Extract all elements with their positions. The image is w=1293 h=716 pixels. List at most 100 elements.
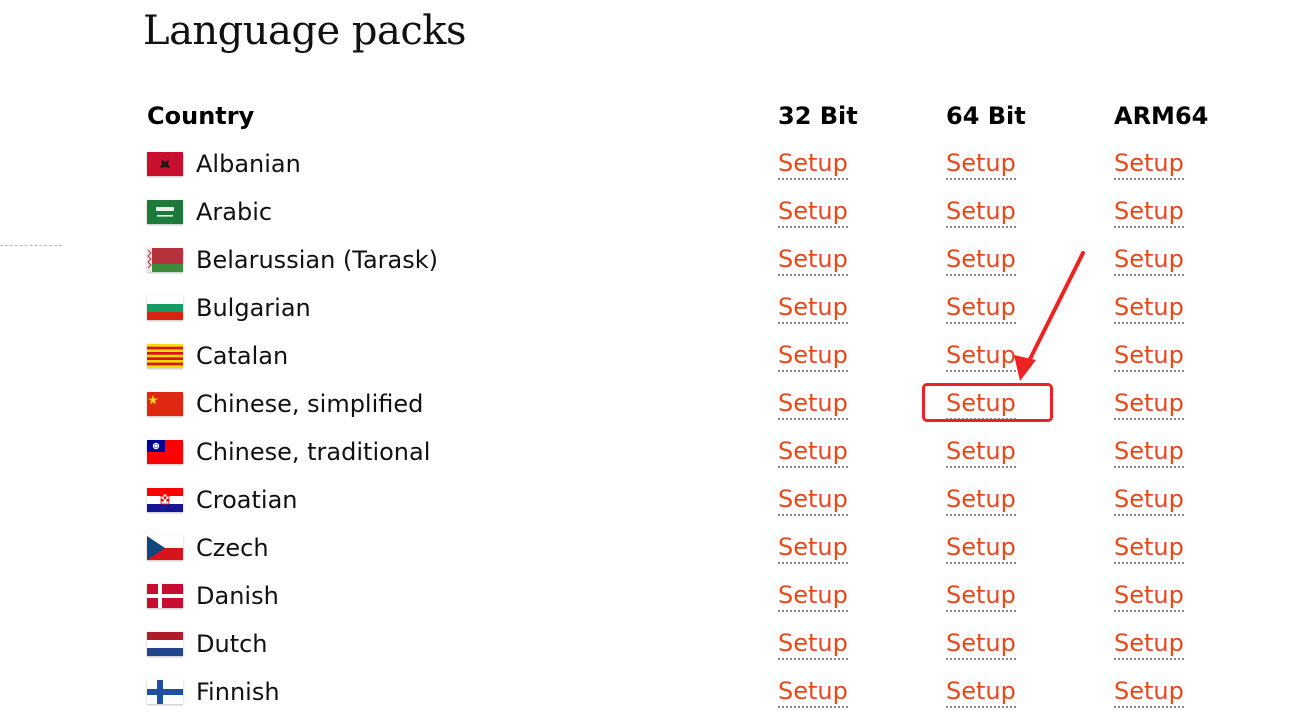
setup-link-64-bit-belarussian-tarask[interactable]: Setup (946, 245, 1016, 276)
table-row: Arabic Setup Setup Setup (141, 188, 1228, 236)
setup-link-32-bit-belarussian-tarask[interactable]: Setup (778, 245, 848, 276)
64-bit-cell: Setup (940, 524, 1108, 572)
dashed-divider (0, 245, 62, 246)
setup-link-64-bit-danish[interactable]: Setup (946, 581, 1016, 612)
setup-link-64-bit-finnish[interactable]: Setup (946, 677, 1016, 708)
country-dutch: Dutch (141, 630, 772, 658)
country-name: Dutch (196, 630, 268, 658)
setup-link-32-bit-catalan[interactable]: Setup (778, 341, 848, 372)
country-cell: Albanian (141, 140, 772, 188)
country-cell: Belarussian (Tarask) (141, 236, 772, 284)
country-name: Finnish (196, 678, 280, 706)
croatia-flag-icon (147, 488, 183, 512)
32-bit-cell: Setup (772, 428, 940, 476)
setup-link-arm64-czech[interactable]: Setup (1114, 533, 1184, 564)
arm64-cell: Setup (1108, 572, 1228, 620)
country-cell: Chinese, simplified (141, 380, 772, 428)
setup-link-64-bit-czech[interactable]: Setup (946, 533, 1016, 564)
setup-link-32-bit-chinese-simplified[interactable]: Setup (778, 389, 848, 420)
setup-link-arm64-danish[interactable]: Setup (1114, 581, 1184, 612)
country-cell: Bulgarian (141, 284, 772, 332)
setup-link-arm64-chinese-simplified[interactable]: Setup (1114, 389, 1184, 420)
64-bit-cell: Setup (940, 428, 1108, 476)
setup-link-64-bit-albanian[interactable]: Setup (946, 149, 1016, 180)
belarus-flag-icon (147, 248, 183, 272)
table-row: Catalan Setup Setup Setup (141, 332, 1228, 380)
setup-link-32-bit-finnish[interactable]: Setup (778, 677, 848, 708)
setup-link-arm64-catalan[interactable]: Setup (1114, 341, 1184, 372)
country-bulgarian: Bulgarian (141, 294, 772, 322)
country-name: Croatian (196, 486, 298, 514)
country-cell: Chinese, traditional (141, 428, 772, 476)
setup-link-64-bit-bulgarian[interactable]: Setup (946, 293, 1016, 324)
table-row: Czech Setup Setup Setup (141, 524, 1228, 572)
64-bit-cell: Setup (940, 140, 1108, 188)
country-name: Bulgarian (196, 294, 311, 322)
header-arm64: ARM64 (1114, 102, 1209, 130)
setup-link-32-bit-dutch[interactable]: Setup (778, 629, 848, 660)
setup-link-64-bit-chinese-traditional[interactable]: Setup (946, 437, 1016, 468)
bulgaria-flag-icon (147, 296, 183, 320)
setup-link-arm64-finnish[interactable]: Setup (1114, 677, 1184, 708)
64-bit-cell: Setup (940, 188, 1108, 236)
table-row: Albanian Setup Setup Setup (141, 140, 1228, 188)
arm64-cell: Setup (1108, 140, 1228, 188)
country-name: Catalan (196, 342, 289, 370)
header-64-bit: 64 Bit (946, 102, 1026, 130)
country-danish: Danish (141, 582, 772, 610)
setup-link-32-bit-danish[interactable]: Setup (778, 581, 848, 612)
setup-link-64-bit-arabic[interactable]: Setup (946, 197, 1016, 228)
country-catalan: Catalan (141, 342, 772, 370)
setup-link-arm64-chinese-traditional[interactable]: Setup (1114, 437, 1184, 468)
arm64-cell: Setup (1108, 380, 1228, 428)
table-row: Danish Setup Setup Setup (141, 572, 1228, 620)
setup-link-arm64-albanian[interactable]: Setup (1114, 149, 1184, 180)
table-row: Finnish Setup Setup Setup (141, 668, 1228, 716)
32-bit-cell: Setup (772, 668, 940, 716)
country-cell: Danish (141, 572, 772, 620)
language-packs-table: Country 32 Bit 64 Bit ARM64 Albanian Setu… (141, 92, 1228, 716)
64-bit-cell: Setup (940, 572, 1108, 620)
32-bit-cell: Setup (772, 572, 940, 620)
country-czech: Czech (141, 534, 772, 562)
arm64-cell: Setup (1108, 236, 1228, 284)
setup-link-32-bit-arabic[interactable]: Setup (778, 197, 848, 228)
setup-link-arm64-bulgarian[interactable]: Setup (1114, 293, 1184, 324)
64-bit-cell: Setup (940, 476, 1108, 524)
netherlands-flag-icon (147, 632, 183, 656)
32-bit-cell: Setup (772, 284, 940, 332)
table-row: Chinese, simplified Setup Setup Setup (141, 380, 1228, 428)
32-bit-cell: Setup (772, 380, 940, 428)
country-finnish: Finnish (141, 678, 772, 706)
country-name: Czech (196, 534, 269, 562)
header-32-bit: 32 Bit (778, 102, 858, 130)
32-bit-cell: Setup (772, 620, 940, 668)
country-name: Chinese, traditional (196, 438, 431, 466)
64-bit-cell: Setup (940, 284, 1108, 332)
setup-link-64-bit-catalan[interactable]: Setup (946, 341, 1016, 372)
table-row: Chinese, traditional Setup Setup Setup (141, 428, 1228, 476)
setup-link-64-bit-chinese-simplified[interactable]: Setup (946, 389, 1016, 420)
arm64-cell: Setup (1108, 668, 1228, 716)
table-row: Croatian Setup Setup Setup (141, 476, 1228, 524)
32-bit-cell: Setup (772, 476, 940, 524)
arm64-cell: Setup (1108, 332, 1228, 380)
64-bit-cell: Setup (940, 380, 1108, 428)
setup-link-32-bit-chinese-traditional[interactable]: Setup (778, 437, 848, 468)
setup-link-32-bit-albanian[interactable]: Setup (778, 149, 848, 180)
country-chinese-traditional: Chinese, traditional (141, 438, 772, 466)
finland-flag-icon (147, 680, 183, 704)
64-bit-cell: Setup (940, 668, 1108, 716)
country-cell: Finnish (141, 668, 772, 716)
setup-link-32-bit-bulgarian[interactable]: Setup (778, 293, 848, 324)
setup-link-64-bit-dutch[interactable]: Setup (946, 629, 1016, 660)
setup-link-arm64-arabic[interactable]: Setup (1114, 197, 1184, 228)
table-row: Belarussian (Tarask) Setup Setup Setup (141, 236, 1228, 284)
setup-link-arm64-croatian[interactable]: Setup (1114, 485, 1184, 516)
setup-link-32-bit-czech[interactable]: Setup (778, 533, 848, 564)
setup-link-64-bit-croatian[interactable]: Setup (946, 485, 1016, 516)
setup-link-32-bit-croatian[interactable]: Setup (778, 485, 848, 516)
setup-link-arm64-belarussian-tarask[interactable]: Setup (1114, 245, 1184, 276)
setup-link-arm64-dutch[interactable]: Setup (1114, 629, 1184, 660)
denmark-flag-icon (147, 584, 183, 608)
